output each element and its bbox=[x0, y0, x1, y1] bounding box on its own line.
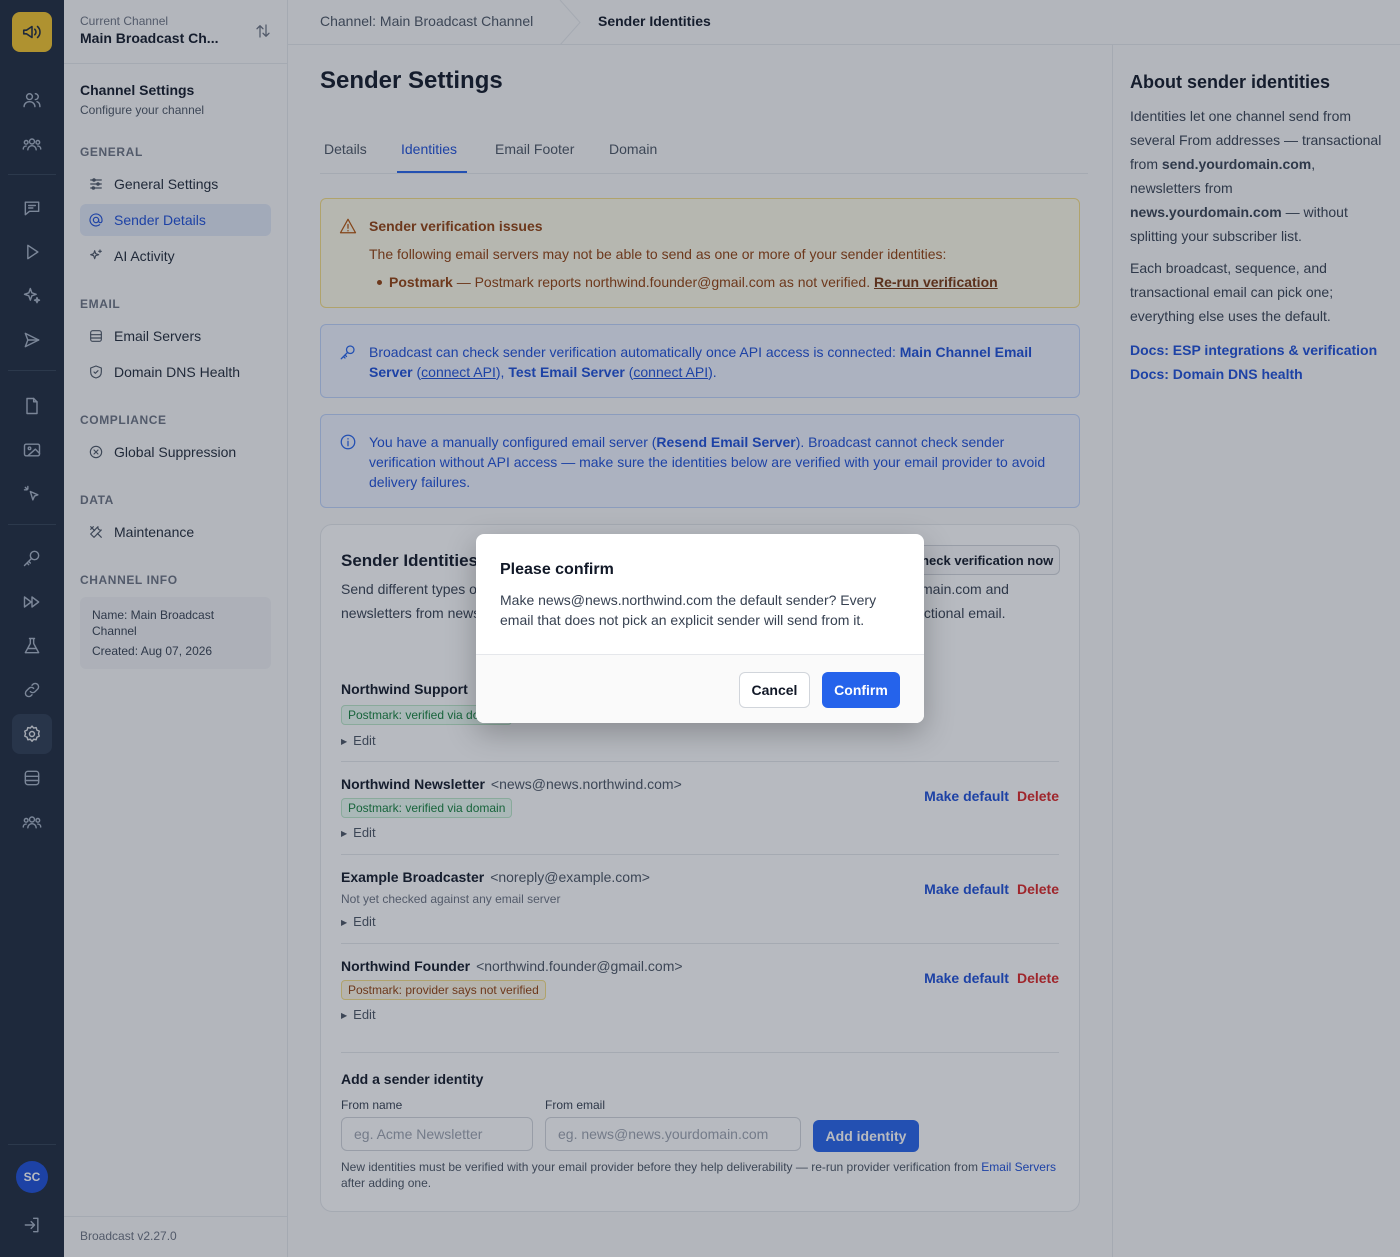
dialog-footer: Cancel Confirm bbox=[476, 654, 924, 723]
cancel-button[interactable]: Cancel bbox=[739, 672, 810, 708]
dialog-message: Make news@news.northwind.com the default… bbox=[500, 592, 877, 628]
confirm-dialog: Please confirm Make news@news.northwind.… bbox=[476, 534, 924, 723]
confirm-button[interactable]: Confirm bbox=[822, 672, 900, 708]
dialog-title: Please confirm bbox=[500, 561, 614, 578]
